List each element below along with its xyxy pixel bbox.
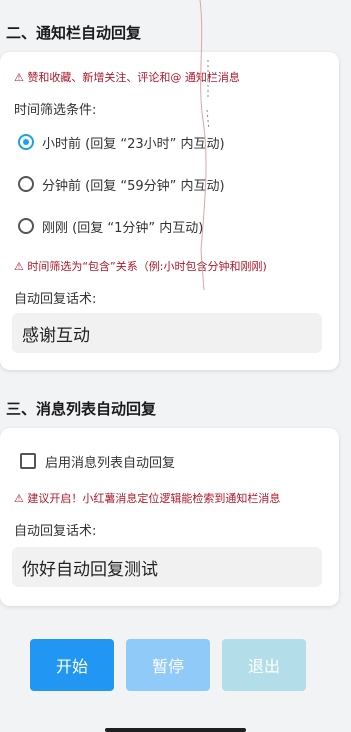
pause-button[interactable]: 暂停: [126, 639, 210, 691]
home-indicator: [105, 728, 246, 732]
notification-reply-label: 自动回复话术:: [14, 292, 97, 307]
message-list-reply-input[interactable]: 你好自动回复测试: [12, 547, 322, 587]
time-filter-note: ⚠ 时间筛选为“包含”关系（例:小时包含分钟和刚刚): [14, 260, 267, 273]
notification-warning: ⚠ 赞和收藏、新增关注、评论和@ 通知栏消息: [14, 71, 240, 84]
time-filter-label: 时间筛选条件:: [14, 103, 97, 118]
enable-message-list-label: 启用消息列表自动回复: [45, 455, 176, 471]
radio-hours-ago-label: 小时前 (回复 “23小时” 内互动): [42, 136, 225, 152]
start-button[interactable]: 开始: [30, 639, 114, 691]
section-notification-title: 二、通知栏自动回复: [6, 24, 142, 42]
radio-minutes-ago-label: 分钟前 (回复 “59分钟” 内互动): [42, 178, 225, 194]
notification-reply-card: ⚠ 赞和收藏、新增关注、评论和@ 通知栏消息 时间筛选条件: 小时前 (回复 “…: [0, 52, 339, 370]
enable-message-list-checkbox[interactable]: [20, 453, 36, 469]
notification-reply-input[interactable]: 感谢互动: [12, 313, 322, 353]
radio-hours-ago[interactable]: 小时前 (回复 “23小时” 内互动): [18, 130, 225, 154]
radio-minutes-ago-circle[interactable]: [18, 176, 34, 192]
message-list-warning: ⚠ 建议开启！小红薯消息定位逻辑能检索到通知栏消息: [14, 492, 281, 505]
message-list-reply-card: 启用消息列表自动回复 ⚠ 建议开启！小红薯消息定位逻辑能检索到通知栏消息 自动回…: [0, 428, 339, 606]
section-message-list-title: 三、消息列表自动回复: [6, 400, 157, 418]
radio-hours-ago-circle[interactable]: [18, 134, 34, 150]
enable-message-list-reply[interactable]: 启用消息列表自动回复: [20, 449, 175, 473]
radio-just-now-label: 刚刚 (回复 “1分钟” 内互动): [42, 220, 204, 236]
radio-just-now-circle[interactable]: [18, 218, 34, 234]
message-list-reply-label: 自动回复话术:: [14, 524, 97, 539]
radio-just-now[interactable]: 刚刚 (回复 “1分钟” 内互动): [18, 214, 203, 238]
exit-button[interactable]: 退出: [222, 639, 306, 691]
radio-minutes-ago[interactable]: 分钟前 (回复 “59分钟” 内互动): [18, 172, 225, 196]
